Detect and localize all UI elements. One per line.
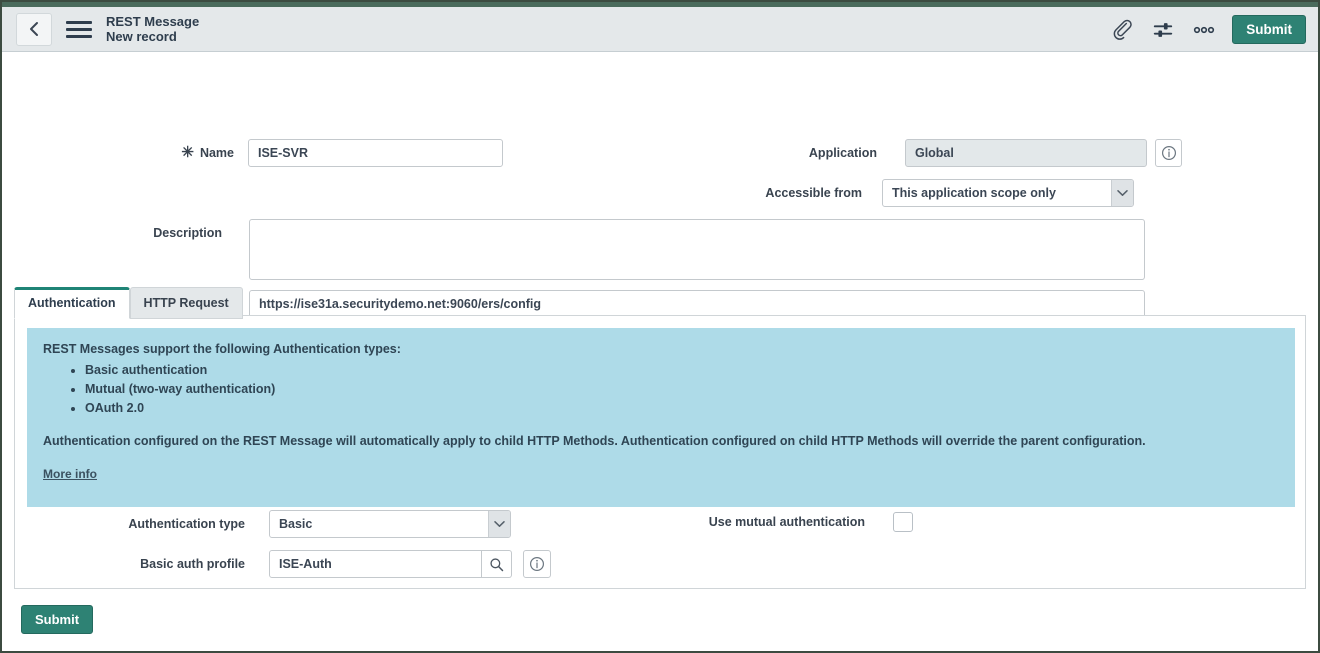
- basic-auth-profile-label: Basic auth profile: [140, 557, 245, 571]
- accessible-from-arrow[interactable]: [1111, 180, 1133, 206]
- footer-submit-button[interactable]: Submit: [21, 605, 94, 634]
- field-row-name: ✳ Name: [2, 139, 503, 167]
- rest-message-form-window: REST Message New record Submit ✳ Name IS…: [0, 0, 1320, 653]
- form-header: REST Message New record Submit: [2, 7, 1318, 52]
- accessible-from-value: This application scope only: [892, 186, 1056, 200]
- chevron-down-icon: [1117, 190, 1128, 196]
- field-row-description: Description: [2, 219, 1145, 280]
- description-label: Description: [153, 226, 222, 240]
- endpoint-input[interactable]: [249, 290, 1145, 318]
- chevron-left-icon: [30, 22, 38, 36]
- personalize-form-button[interactable]: [1150, 17, 1176, 43]
- accessible-from-select[interactable]: This application scope only: [882, 179, 1134, 207]
- basic-auth-profile-input[interactable]: [269, 550, 482, 578]
- auth-type-item: Mutual (two-way authentication): [85, 380, 1279, 399]
- application-label: Application: [808, 146, 877, 160]
- hamburger-menu-icon[interactable]: [66, 18, 92, 40]
- authentication-tab-panel: REST Messages support the following Auth…: [14, 315, 1306, 589]
- tab-http-request[interactable]: HTTP Request: [129, 287, 243, 319]
- authentication-type-arrow[interactable]: [488, 511, 510, 537]
- required-marker-icon: ✳: [181, 144, 194, 161]
- back-button[interactable]: [16, 12, 52, 46]
- info-paragraph-text: Authentication configured on the REST Me…: [43, 434, 1146, 448]
- header-submit-button[interactable]: Submit: [1232, 14, 1306, 45]
- page-title-sub: New record: [106, 29, 177, 44]
- more-options-icon: [1194, 26, 1215, 33]
- page-title-main: REST Message: [106, 13, 200, 29]
- auth-types-list: Basic authentication Mutual (two-way aut…: [43, 361, 1279, 418]
- search-icon: [490, 557, 504, 571]
- sliders-icon: [1154, 22, 1173, 37]
- tab-bar: Authentication HTTP Request: [14, 287, 243, 319]
- description-textarea[interactable]: [249, 219, 1145, 280]
- field-row-basic-auth-profile: Basic auth profile: [15, 550, 575, 578]
- field-row-mutual-authentication: Use mutual authentication: [615, 512, 935, 532]
- authentication-type-value: Basic: [279, 517, 313, 531]
- field-row-authentication-type: Authentication type Basic: [15, 510, 516, 538]
- field-row-application: Application: [662, 139, 1182, 167]
- header-actions: Submit: [1110, 7, 1306, 52]
- basic-auth-profile-info-button[interactable]: [523, 550, 551, 578]
- authentication-type-label: Authentication type: [128, 517, 245, 531]
- accessible-from-label: Accessible from: [765, 186, 862, 200]
- more-options-button[interactable]: [1190, 22, 1218, 38]
- page-title: REST Message New record: [106, 14, 199, 45]
- auth-type-item: OAuth 2.0: [85, 399, 1279, 418]
- info-intro-text: REST Messages support the following Auth…: [43, 342, 401, 356]
- mutual-authentication-label: Use mutual authentication: [708, 515, 865, 529]
- info-icon: [529, 556, 545, 572]
- name-label-text: Name: [199, 146, 234, 160]
- application-input: [904, 139, 1148, 167]
- authentication-type-select[interactable]: Basic: [269, 510, 511, 538]
- tab-authentication[interactable]: Authentication: [14, 287, 130, 319]
- application-info-button[interactable]: [1155, 139, 1182, 167]
- name-label: ✳ Name: [181, 139, 234, 167]
- name-input[interactable]: [248, 139, 503, 167]
- paperclip-icon: [1113, 19, 1133, 40]
- basic-auth-profile-lookup-button[interactable]: [482, 550, 512, 578]
- more-info-link[interactable]: More info: [43, 467, 97, 481]
- attachment-button[interactable]: [1110, 17, 1136, 43]
- authentication-info-box: REST Messages support the following Auth…: [27, 328, 1295, 507]
- chevron-down-icon: [494, 521, 505, 527]
- auth-type-item: Basic authentication: [85, 361, 1279, 380]
- mutual-authentication-checkbox[interactable]: [893, 512, 913, 532]
- field-row-accessible-from: Accessible from This application scope o…: [662, 179, 1182, 207]
- info-icon: [1161, 145, 1176, 161]
